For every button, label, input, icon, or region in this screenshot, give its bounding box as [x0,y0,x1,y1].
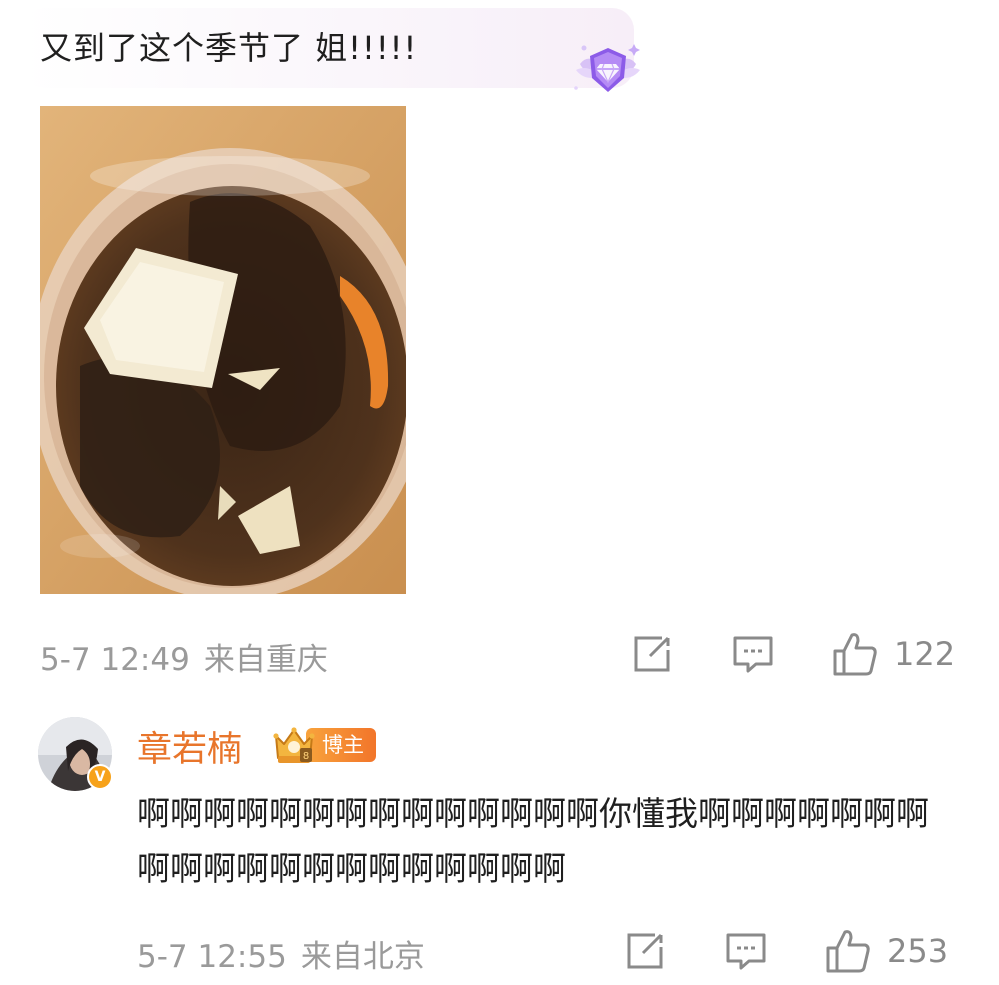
comment-meta-row: 5-7 12:55 来自北京 253 [137,927,960,975]
comment-location: 来自重庆 [203,642,328,678]
thumbs-up-icon [825,928,871,974]
like-count: 253 [887,932,949,970]
comment-meta-row: 5-7 12:49 来自重庆 122 [40,630,960,678]
share-button[interactable] [625,927,667,975]
comment-text: 啊啊啊啊啊啊啊啊啊啊啊啊啊啊你懂我啊啊啊啊啊啊啊啊啊啊啊啊啊啊啊啊啊啊啊啊 [137,794,929,888]
share-button[interactable] [632,630,674,678]
share-icon [625,931,667,971]
crown-badge-icon: 8 [270,722,318,768]
share-icon [632,634,674,674]
username[interactable]: 章若楠 [137,721,242,772]
verified-badge-icon: V [87,764,113,790]
thumbs-up-icon [832,631,878,677]
comment-photo[interactable] [40,106,406,594]
comment-icon [732,634,774,674]
reply-button[interactable] [732,630,774,678]
like-count: 122 [894,635,956,673]
like-button[interactable]: 122 [832,630,955,678]
like-button[interactable]: 253 [825,927,948,975]
comment-time: 5-7 12:55 [137,939,287,975]
svg-text:8: 8 [303,751,309,762]
comment-location: 来自北京 [300,939,425,975]
reply-button[interactable] [725,927,767,975]
comment-icon [725,931,767,971]
diamond-fan-badge-icon[interactable] [572,38,644,100]
comment-text: 又到了这个季节了 姐!!!!! [40,29,418,67]
comment-time: 5-7 12:49 [40,642,190,678]
